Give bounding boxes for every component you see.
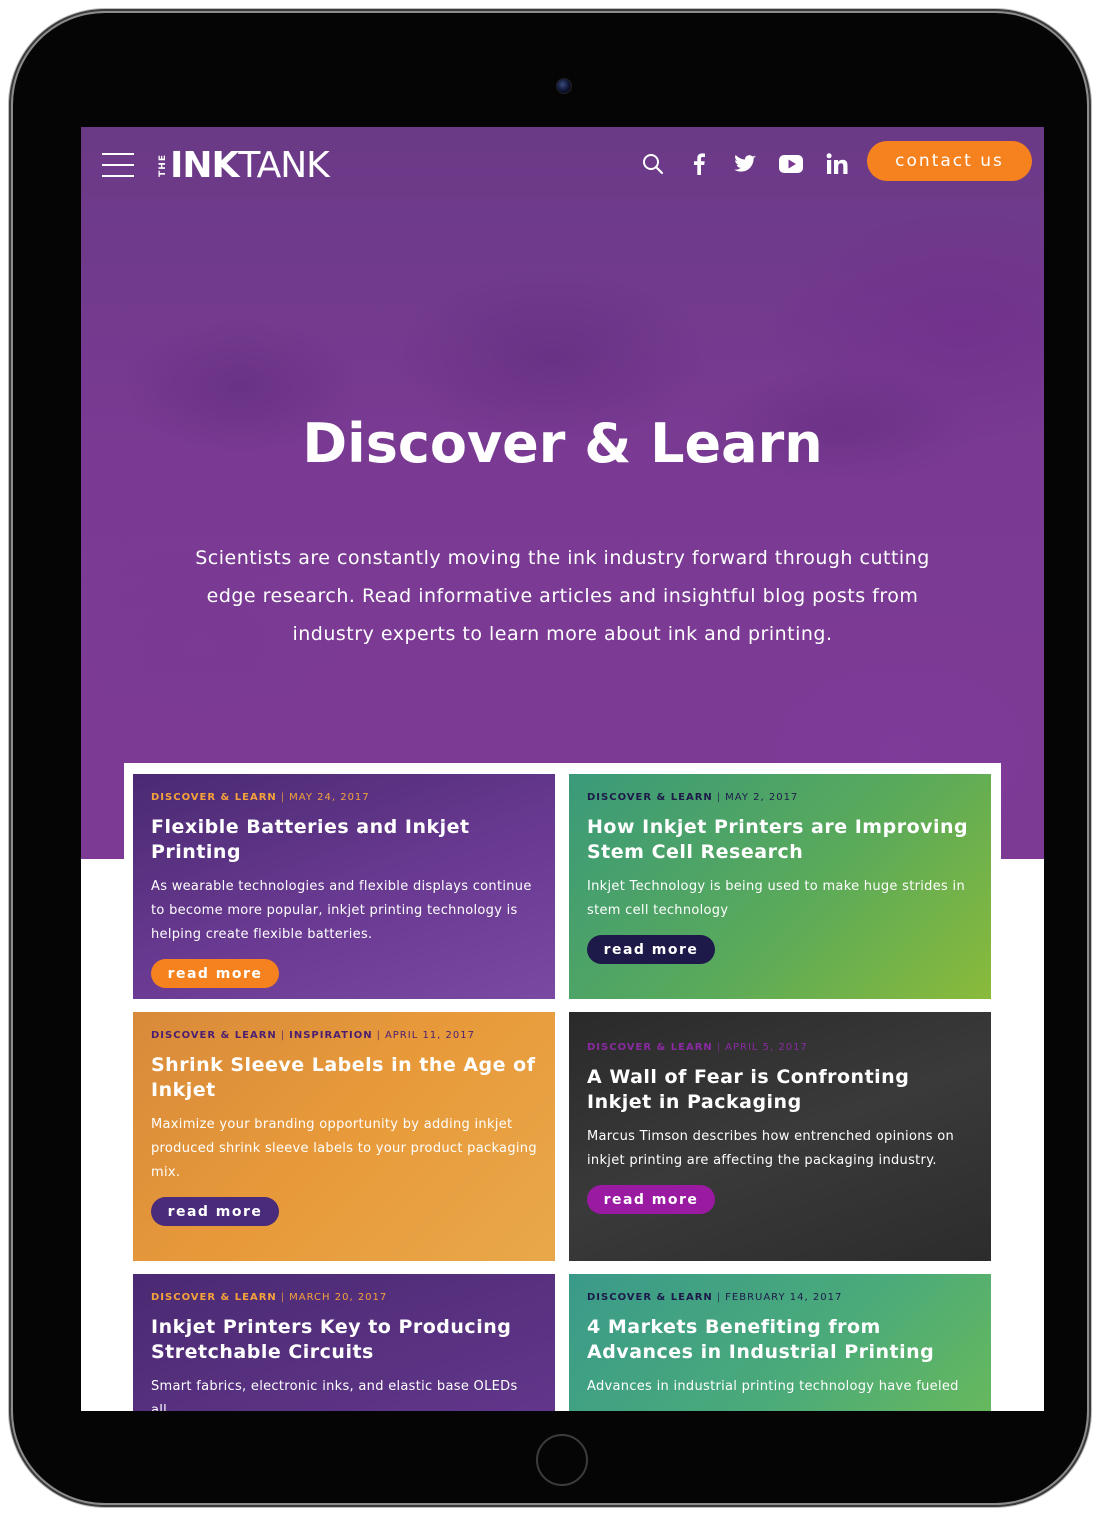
- category-link[interactable]: DISCOVER & LEARN: [151, 792, 277, 803]
- article-date: FEBRUARY 14, 2017: [725, 1292, 843, 1303]
- tablet-frame: THE INK TANK contact us Discover & Learn…: [13, 13, 1087, 1503]
- category-link[interactable]: DISCOVER & LEARN: [587, 1042, 713, 1053]
- category-link[interactable]: DISCOVER & LEARN: [587, 1292, 713, 1303]
- logo-tank: TANK: [238, 144, 329, 186]
- article-card[interactable]: DISCOVER & LEARN | MAY 24, 2017 Flexible B…: [133, 774, 555, 999]
- article-excerpt: Maximize your branding opportunity by ad…: [151, 1117, 537, 1180]
- article-excerpt: Marcus Timson describes how entrenched o…: [587, 1129, 955, 1168]
- read-more-button[interactable]: read more: [151, 1197, 279, 1226]
- article-meta: DISCOVER & LEARN | MARCH 20, 2017: [151, 1292, 388, 1303]
- home-button[interactable]: [536, 1434, 588, 1486]
- article-date: MAY 2, 2017: [725, 792, 799, 803]
- article-date: APRIL 11, 2017: [384, 1030, 475, 1041]
- logo[interactable]: THE INK TANK: [158, 144, 330, 186]
- facebook-icon[interactable]: [687, 152, 711, 176]
- header-icons: [641, 149, 849, 179]
- article-meta: DISCOVER & LEARN | MAY 2, 2017: [587, 792, 799, 803]
- article-excerpt: Inkjet Technology is being used to make …: [587, 879, 965, 918]
- twitter-icon[interactable]: [733, 152, 757, 176]
- article-title[interactable]: 4 Markets Benefiting from Advances in In…: [587, 1315, 973, 1365]
- contact-button[interactable]: contact us: [867, 141, 1032, 181]
- article-title[interactable]: Inkjet Printers Key to Producing Stretch…: [151, 1315, 537, 1365]
- search-icon[interactable]: [641, 152, 665, 176]
- logo-ink: INK: [170, 144, 239, 186]
- article-title[interactable]: Flexible Batteries and Inkjet Printing: [151, 815, 537, 865]
- article-excerpt: Advances in industrial printing technolo…: [587, 1379, 959, 1394]
- youtube-icon[interactable]: [779, 152, 803, 176]
- category-link[interactable]: INSPIRATION: [289, 1030, 372, 1041]
- article-meta: DISCOVER & LEARN | MAY 24, 2017: [151, 792, 370, 803]
- hero-section: [81, 127, 1044, 857]
- article-title[interactable]: How Inkjet Printers are Improving Stem C…: [587, 815, 973, 865]
- article-meta: DISCOVER & LEARN | INSPIRATION | APRIL 11, 2…: [151, 1030, 475, 1041]
- category-link[interactable]: DISCOVER & LEARN: [151, 1292, 277, 1303]
- article-excerpt: As wearable technologies and flexible di…: [151, 879, 532, 942]
- logo-the: THE: [158, 153, 168, 177]
- page-title: Discover & Learn: [302, 412, 823, 475]
- article-excerpt: Smart fabrics, electronic inks, and elas…: [151, 1379, 518, 1411]
- article-meta: DISCOVER & LEARN | APRIL 5, 2017: [587, 1042, 808, 1053]
- article-card[interactable]: DISCOVER & LEARN | MAY 2, 2017 How Inkjet …: [569, 774, 991, 999]
- category-link[interactable]: DISCOVER & LEARN: [151, 1030, 277, 1041]
- linkedin-icon[interactable]: [825, 152, 849, 176]
- menu-icon[interactable]: [102, 153, 134, 177]
- screen: THE INK TANK contact us Discover & Learn…: [81, 127, 1044, 1411]
- read-more-button[interactable]: read more: [587, 1185, 715, 1214]
- article-title[interactable]: A Wall of Fear is Confronting Inkjet in …: [587, 1065, 973, 1115]
- article-card[interactable]: DISCOVER & LEARN | FEBRUARY 14, 2017 4 Mar…: [569, 1274, 991, 1411]
- article-card[interactable]: DISCOVER & LEARN | MARCH 20, 2017 Inkjet P…: [133, 1274, 555, 1411]
- article-date: MARCH 20, 2017: [289, 1292, 388, 1303]
- article-card[interactable]: DISCOVER & LEARN | INSPIRATION | APRIL 11, 2…: [133, 1012, 555, 1261]
- article-date: MAY 24, 2017: [289, 792, 370, 803]
- article-card[interactable]: DISCOVER & LEARN | APRIL 5, 2017 A Wall of…: [569, 1012, 991, 1261]
- article-meta: DISCOVER & LEARN | FEBRUARY 14, 2017: [587, 1292, 843, 1303]
- site-header: THE INK TANK contact us: [81, 127, 1044, 207]
- read-more-button[interactable]: read more: [151, 959, 279, 988]
- article-date: APRIL 5, 2017: [725, 1042, 808, 1053]
- hero-description: Scientists are constantly moving the ink…: [195, 547, 930, 645]
- category-link[interactable]: DISCOVER & LEARN: [587, 792, 713, 803]
- article-title[interactable]: Shrink Sleeve Labels in the Age of Inkje…: [151, 1053, 537, 1103]
- read-more-button[interactable]: read more: [587, 935, 715, 964]
- camera-icon: [556, 78, 572, 94]
